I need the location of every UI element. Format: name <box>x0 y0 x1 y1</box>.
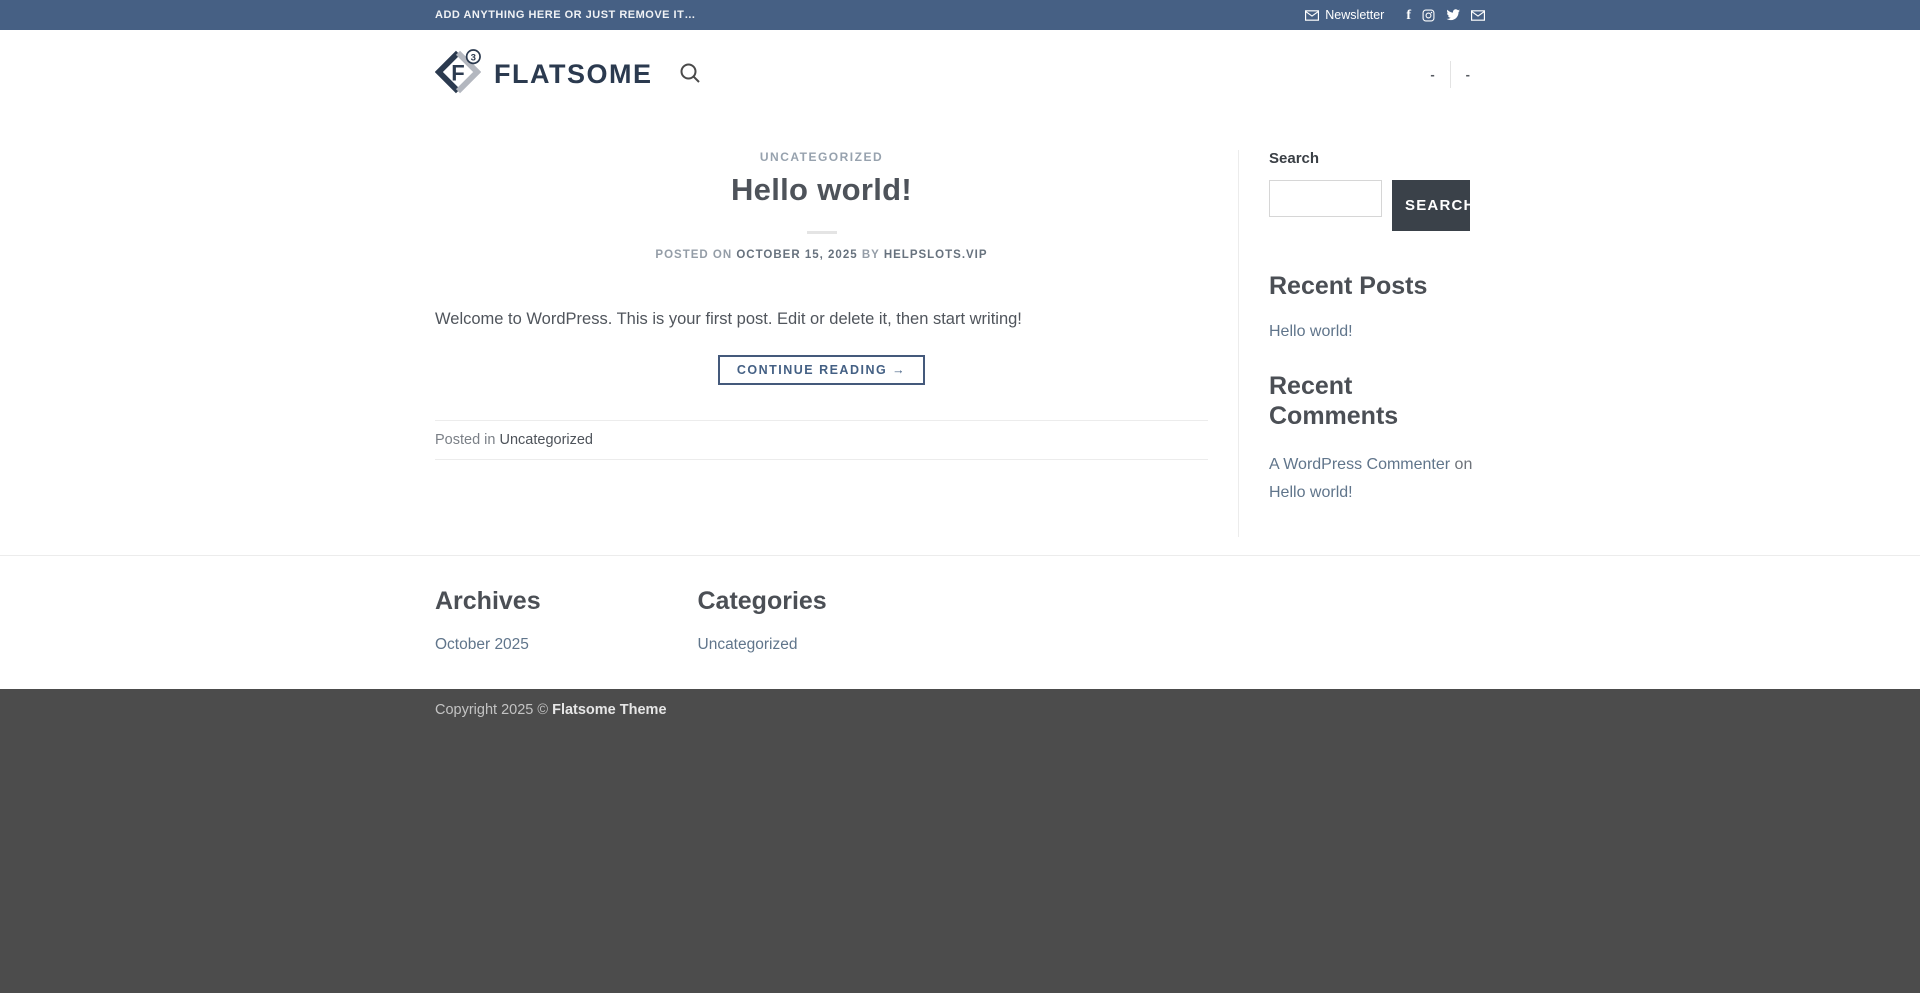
flatsome-diamond-icon: F 3 <box>435 49 481 100</box>
continue-reading-button[interactable]: CONTINUE READING → <box>718 355 925 385</box>
comment-author-link[interactable]: A WordPress Commenter <box>1269 456 1450 473</box>
posted-in-line: Posted in Uncategorized <box>435 421 1208 459</box>
comment-post-link[interactable]: Hello world! <box>1269 484 1353 501</box>
main-content: UNCATEGORIZED Hello world! POSTED ON OCT… <box>0 118 1920 555</box>
copyright-line: Copyright 2025 © Flatsome Theme <box>435 689 1485 718</box>
absolute-footer: Copyright 2025 © Flatsome Theme <box>0 689 1920 993</box>
logo-wordmark: FLATSOME <box>494 59 652 90</box>
recent-comments-title: Recent Comments <box>1269 371 1485 431</box>
envelope-icon <box>1305 10 1319 21</box>
search-widget-title: Search <box>1269 150 1485 167</box>
header-nav: - - <box>1415 61 1485 88</box>
post-article: UNCATEGORIZED Hello world! POSTED ON OCT… <box>435 150 1238 537</box>
archives-title: Archives <box>435 586 698 616</box>
footer-widgets: Archives October 2025 Categories Uncateg… <box>0 555 1920 689</box>
post-divider-bottom <box>435 459 1208 460</box>
recent-post-link[interactable]: Hello world! <box>1269 323 1353 341</box>
topbar-right: Newsletter f <box>1305 8 1485 22</box>
recent-comment-item: A WordPress Commenter on Hello world! <box>1269 451 1486 507</box>
newsletter-link[interactable]: Newsletter <box>1305 8 1384 22</box>
top-bar: ADD ANYTHING HERE OR JUST REMOVE IT… New… <box>0 0 1920 30</box>
search-icon <box>679 62 701 87</box>
copyright-text: Copyright 2025 © <box>435 702 552 718</box>
svg-text:F: F <box>451 60 464 85</box>
site-logo[interactable]: F 3 FLATSOME <box>435 49 652 100</box>
title-divider <box>807 231 837 234</box>
header-search-button[interactable] <box>679 62 701 87</box>
by-label: BY <box>862 249 880 261</box>
post-author-link[interactable]: HELPSLOTS.VIP <box>884 249 988 261</box>
footer-col-empty-1 <box>960 586 1223 654</box>
sidebar-search-input[interactable] <box>1269 180 1382 217</box>
post-excerpt: Welcome to WordPress. This is your first… <box>435 307 1208 332</box>
twitter-icon[interactable] <box>1446 9 1460 21</box>
topbar-message: ADD ANYTHING HERE OR JUST REMOVE IT… <box>435 9 696 21</box>
sidebar: Search SEARCH Recent Posts Hello world! … <box>1238 150 1485 537</box>
post-category-link[interactable]: UNCATEGORIZED <box>435 150 1208 164</box>
nav-item-2[interactable]: - <box>1451 67 1485 82</box>
archives-link[interactable]: October 2025 <box>435 636 529 654</box>
categories-title: Categories <box>698 586 961 616</box>
posted-in-category-link[interactable]: Uncategorized <box>500 432 594 448</box>
sidebar-search-button[interactable]: SEARCH <box>1392 180 1470 231</box>
newsletter-label: Newsletter <box>1325 8 1384 22</box>
footer-col-categories: Categories Uncategorized <box>698 586 961 654</box>
post-title-link[interactable]: Hello world! <box>435 172 1208 208</box>
post-date-link[interactable]: OCTOBER 15, 2025 <box>736 249 857 261</box>
social-icons: f <box>1406 9 1485 22</box>
footer-col-archives: Archives October 2025 <box>435 586 698 654</box>
posted-in-label: Posted in <box>435 432 495 448</box>
facebook-icon[interactable]: f <box>1406 9 1411 22</box>
recent-posts-title: Recent Posts <box>1269 271 1485 301</box>
site-header: F 3 FLATSOME - - <box>0 30 1920 118</box>
search-widget: SEARCH <box>1269 180 1485 231</box>
comment-connector: on <box>1455 456 1473 473</box>
instagram-icon[interactable] <box>1422 9 1435 22</box>
post-meta: POSTED ON OCTOBER 15, 2025 BY HELPSLOTS.… <box>435 249 1208 261</box>
email-icon[interactable] <box>1471 10 1485 21</box>
posted-on-label: POSTED ON <box>655 249 732 261</box>
recent-post-item: Hello world! <box>1269 323 1485 341</box>
copyright-brand: Flatsome Theme <box>552 702 666 718</box>
categories-link[interactable]: Uncategorized <box>698 636 798 654</box>
svg-text:3: 3 <box>471 52 476 63</box>
nav-item-1[interactable]: - <box>1415 67 1449 82</box>
footer-col-empty-2 <box>1223 586 1486 654</box>
